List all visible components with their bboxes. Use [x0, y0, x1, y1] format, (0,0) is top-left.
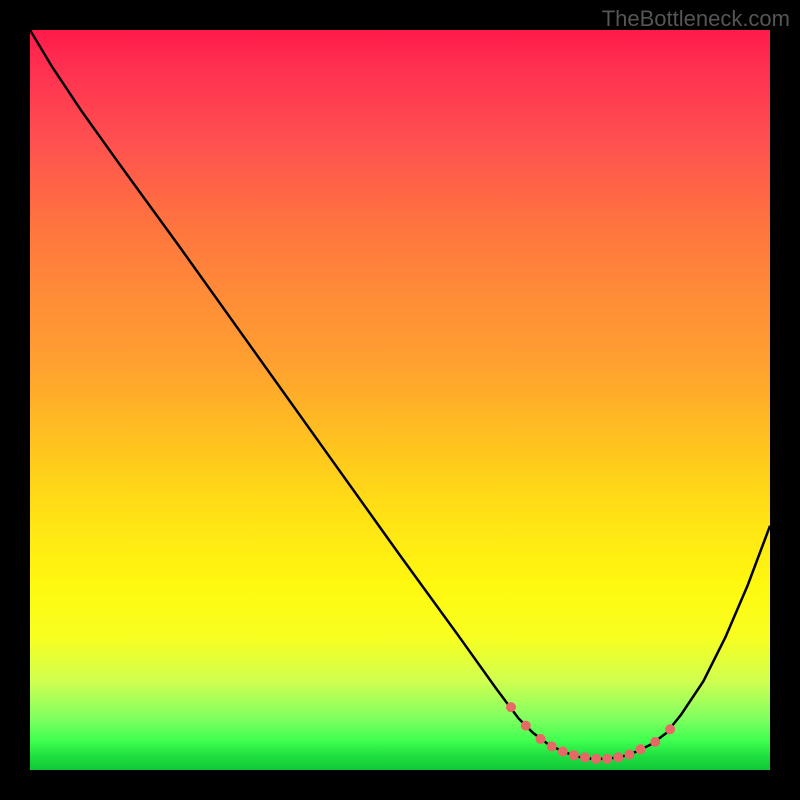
watermark-text: TheBottleneck.com [602, 6, 790, 32]
bottleneck-curve [30, 30, 770, 770]
chart-plot-area [30, 30, 770, 770]
highlight-dots [30, 30, 770, 770]
